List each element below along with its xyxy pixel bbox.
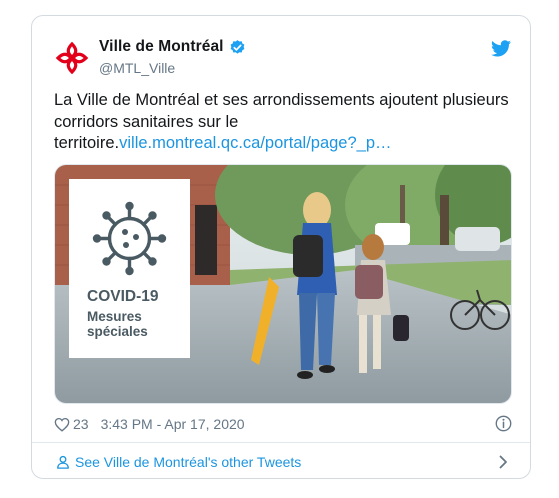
author-name-row[interactable]: Ville de Montréal <box>99 38 246 56</box>
montreal-logo-icon[interactable] <box>54 40 90 76</box>
tweet-media-photo[interactable]: COVID-19 Mesures spéciales <box>54 164 512 404</box>
other-tweets-label[interactable]: See Ville de Montréal's other Tweets <box>75 454 301 470</box>
twitter-bird-icon[interactable] <box>491 40 511 57</box>
heart-icon[interactable] <box>54 417 70 432</box>
verified-badge-icon <box>230 39 244 54</box>
author-display-name[interactable]: Ville de Montréal <box>99 38 224 56</box>
info-icon[interactable] <box>495 415 512 432</box>
covid-title: COVID-19 <box>87 288 159 305</box>
tweet-timestamp[interactable]: 3:43 PM - Apr 17, 2020 <box>101 416 245 432</box>
covid-subtitle: Mesures spéciales <box>87 309 148 339</box>
other-tweets-link[interactable]: See Ville de Montréal's other Tweets <box>32 443 530 478</box>
tweet-link[interactable]: ville.montreal.qc.ca/portal/page?_p… <box>119 134 391 152</box>
like-count[interactable]: 23 <box>73 416 89 432</box>
virus-icon <box>92 201 167 276</box>
covid-overlay-card: COVID-19 Mesures spéciales <box>69 179 190 358</box>
tweet-header: Ville de Montréal @MTL_Ville <box>32 16 530 84</box>
person-icon <box>57 455 69 469</box>
tweet-text: La Ville de Montréal et ses arrondisseme… <box>54 90 512 155</box>
chevron-right-icon[interactable] <box>499 455 508 469</box>
tweet-meta-row: 23 3:43 PM - Apr 17, 2020 <box>54 414 512 434</box>
embedded-tweet-card[interactable]: Ville de Montréal @MTL_Ville La Ville de… <box>31 15 531 479</box>
author-handle[interactable]: @MTL_Ville <box>99 60 175 76</box>
